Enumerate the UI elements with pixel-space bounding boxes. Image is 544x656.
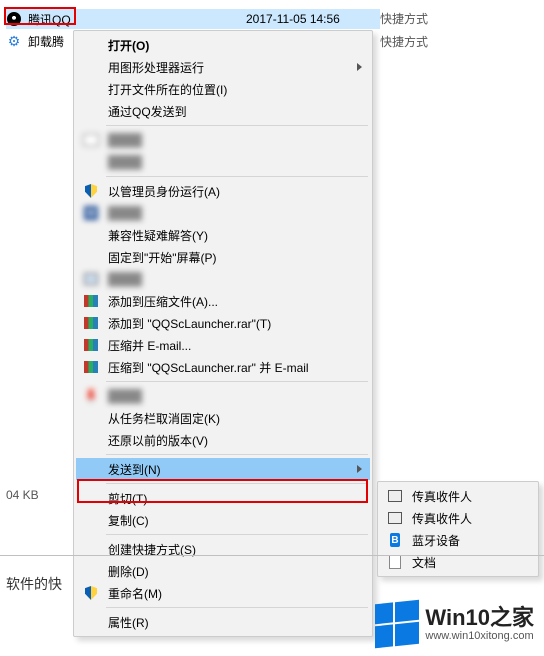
shield-icon [82,182,100,200]
menu-rename[interactable]: 重命名(M) [76,582,370,604]
separator [106,534,368,535]
file-date: 2017-11-05 14:56 [246,12,340,26]
rar-icon [82,292,100,310]
menu-create-shortcut[interactable]: 创建快捷方式(S) [76,538,370,560]
chevron-right-icon [357,63,362,71]
shield-icon [82,584,100,602]
menu-blurred-2[interactable]: ████ [76,151,370,173]
menu-blurred-1[interactable]: ████ [76,129,370,151]
watermark-title: Win10之家 [425,606,534,630]
menu-restore-versions[interactable]: 还原以前的版本(V) [76,429,370,451]
background-text: 软件的快 [6,574,62,594]
menu-cut[interactable]: 剪切(T) [76,487,370,509]
menu-blurred-4[interactable]: ████ [76,268,370,290]
rar-icon [82,358,100,376]
submenu-bluetooth[interactable]: B蓝牙设备 [380,529,536,551]
pc-icon [82,270,100,288]
menu-run-admin[interactable]: 以管理员身份运行(A) [76,180,370,202]
file-name: 卸载腾 [28,33,64,50]
menu-compress-email[interactable]: 压缩并 E-mail... [76,334,370,356]
divider [0,555,544,556]
menu-blurred-5[interactable]: 📌████ [76,385,370,407]
menu-add-archive[interactable]: 添加到压缩文件(A)... [76,290,370,312]
movie-icon [82,131,100,149]
rar-icon [82,314,100,332]
watermark-url: www.win10xitong.com [425,630,534,642]
watermark: Win10之家 www.win10xitong.com [375,602,534,646]
uninstall-icon: ⚙ [6,33,22,49]
separator [106,176,368,177]
separator [106,381,368,382]
menu-properties[interactable]: 属性(R) [76,611,370,633]
file-type: 快捷方式 [380,10,428,27]
rar-icon [82,336,100,354]
menu-send-qq[interactable]: 通过QQ发送到 [76,100,370,122]
menu-troubleshoot[interactable]: 兼容性疑难解答(Y) [76,224,370,246]
context-menu-main: 打开(O) 用图形处理器运行 打开文件所在的位置(I) 通过QQ发送到 ████… [73,30,373,637]
file-type: 快捷方式 [380,33,428,50]
pin-icon: 📌 [78,383,103,408]
menu-copy[interactable]: 复制(C) [76,509,370,531]
menu-unpin-taskbar[interactable]: 从任务栏取消固定(K) [76,407,370,429]
menu-compress-email-to[interactable]: 压缩到 "QQScLauncher.rar" 并 E-mail [76,356,370,378]
file-row-qq[interactable]: 腾讯QQ 2017-11-05 14:56 [6,9,380,29]
menu-open[interactable]: 打开(O) [76,34,370,56]
separator [106,125,368,126]
qq-icon [6,11,22,27]
separator [106,454,368,455]
submenu-fax2[interactable]: 传真收件人 [380,507,536,529]
menu-blurred-3[interactable]: W████ [76,202,370,224]
status-size: 04 KB [0,484,45,506]
fax-icon [386,487,404,505]
menu-run-gpu[interactable]: 用图形处理器运行 [76,56,370,78]
menu-pin-start[interactable]: 固定到"开始"屏幕(P) [76,246,370,268]
word-icon: W [82,204,100,222]
windows-logo-icon [375,600,419,649]
separator [106,607,368,608]
fax-icon [386,509,404,527]
bluetooth-icon: B [386,531,404,549]
menu-delete[interactable]: 删除(D) [76,560,370,582]
menu-add-rar[interactable]: 添加到 "QQScLauncher.rar"(T) [76,312,370,334]
chevron-right-icon [357,465,362,473]
context-submenu-sendto: 传真收件人 传真收件人 B蓝牙设备 文档 [377,481,539,577]
menu-send-to[interactable]: 发送到(N) [76,458,370,480]
file-name: 腾讯QQ [28,11,71,28]
menu-open-location[interactable]: 打开文件所在的位置(I) [76,78,370,100]
submenu-fax1[interactable]: 传真收件人 [380,485,536,507]
separator [106,483,368,484]
